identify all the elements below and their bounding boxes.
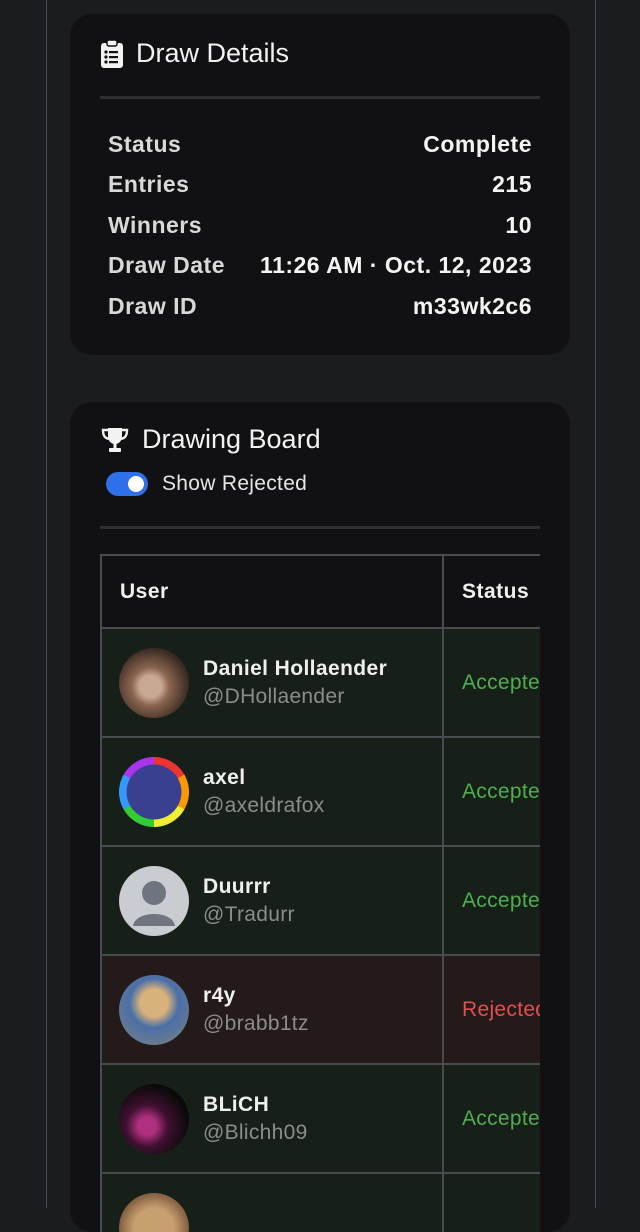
- avatar[interactable]: [119, 975, 189, 1045]
- user-name: BLiCH: [203, 1093, 308, 1117]
- drawing-board-title: Drawing Board: [142, 424, 321, 455]
- drawing-board-table[interactable]: User Status Daniel Hollaender @DHollaende…: [100, 554, 540, 1232]
- table-row[interactable]: BLiCH @Blichh09 Accepted: [102, 1065, 540, 1174]
- trophy-icon: [100, 426, 130, 454]
- detail-value: 10: [505, 212, 532, 239]
- user-info: axel @axeldrafox: [203, 766, 325, 818]
- user-cell: r4y @brabb1tz: [102, 956, 444, 1065]
- draw-details-header: Draw Details: [100, 38, 289, 69]
- show-rejected-toggle[interactable]: [106, 472, 148, 496]
- user-handle[interactable]: @DHollaender: [203, 685, 387, 709]
- detail-row: Entries 215: [108, 165, 532, 205]
- status-text: Accepted: [444, 889, 540, 913]
- detail-label: Draw ID: [108, 293, 197, 320]
- detail-label: Entries: [108, 171, 189, 198]
- detail-row: Draw ID m33wk2c6: [108, 286, 532, 326]
- status-text: Accepted: [444, 1107, 540, 1131]
- divider: [100, 526, 540, 529]
- column-header-user[interactable]: User: [102, 556, 444, 629]
- avatar[interactable]: [119, 1084, 189, 1154]
- detail-label: Winners: [108, 212, 202, 239]
- detail-row: Winners 10: [108, 205, 532, 245]
- status-text: Rejected: [444, 998, 540, 1022]
- user-cell: axel @axeldrafox: [102, 738, 444, 847]
- detail-value: m33wk2c6: [413, 293, 532, 320]
- divider: [100, 96, 540, 99]
- clipboard-list-icon: [100, 39, 124, 69]
- detail-label: Draw Date: [108, 252, 225, 279]
- detail-value: 215: [492, 171, 532, 198]
- column-header-status[interactable]: Status: [444, 556, 540, 629]
- status-cell: Rejected: [444, 956, 540, 1065]
- user-info: Duurrr @Tradurr: [203, 875, 295, 927]
- status-cell: [444, 1174, 540, 1232]
- user-cell: BLiCH @Blichh09: [102, 1065, 444, 1174]
- default-avatar-icon: [119, 866, 189, 936]
- show-rejected-label: Show Rejected: [162, 472, 307, 496]
- detail-value: Complete: [423, 131, 532, 158]
- table-row[interactable]: [102, 1174, 540, 1232]
- drawing-board-card: Drawing Board Show Rejected User Status …: [70, 402, 570, 1232]
- user-cell: Daniel Hollaender @DHollaender: [102, 629, 444, 738]
- table-header-row: User Status: [102, 556, 540, 629]
- table-row[interactable]: axel @axeldrafox Accepted: [102, 738, 540, 847]
- detail-row: Draw Date 11:26 AM · Oct. 12, 2023: [108, 246, 532, 286]
- user-handle[interactable]: @brabb1tz: [203, 1012, 309, 1036]
- draw-details-card: Draw Details Status Complete Entries 215 Win…: [70, 14, 570, 355]
- user-info: BLiCH @Blichh09: [203, 1093, 308, 1145]
- detail-value: 11:26 AM · Oct. 12, 2023: [260, 252, 532, 279]
- user-name: axel: [203, 766, 325, 790]
- toggle-knob: [128, 476, 144, 492]
- status-cell: Accepted: [444, 847, 540, 956]
- user-info: r4y @brabb1tz: [203, 984, 309, 1036]
- status-cell: Accepted: [444, 629, 540, 738]
- status-cell: Accepted: [444, 738, 540, 847]
- user-handle[interactable]: @Blichh09: [203, 1121, 308, 1145]
- user-cell: Duurrr @Tradurr: [102, 847, 444, 956]
- detail-row: Status Complete: [108, 124, 532, 164]
- avatar[interactable]: [119, 757, 189, 827]
- user-name: r4y: [203, 984, 309, 1008]
- user-info: Daniel Hollaender @DHollaender: [203, 657, 387, 709]
- status-text: Accepted: [444, 671, 540, 695]
- user-name: Daniel Hollaender: [203, 657, 387, 681]
- user-handle[interactable]: @axeldrafox: [203, 794, 325, 818]
- table-row[interactable]: r4y @brabb1tz Rejected: [102, 956, 540, 1065]
- status-text: Accepted: [444, 780, 540, 804]
- avatar[interactable]: [119, 648, 189, 718]
- user-name: Duurrr: [203, 875, 295, 899]
- draw-details-title: Draw Details: [136, 38, 289, 69]
- detail-label: Status: [108, 131, 181, 158]
- table-row[interactable]: Daniel Hollaender @DHollaender Accepted: [102, 629, 540, 738]
- table-row[interactable]: Duurrr @Tradurr Accepted: [102, 847, 540, 956]
- drawing-board-header: Drawing Board: [100, 424, 321, 455]
- user-cell: [102, 1174, 444, 1232]
- avatar[interactable]: [119, 1193, 189, 1232]
- show-rejected-row: Show Rejected: [106, 472, 307, 496]
- avatar[interactable]: [119, 866, 189, 936]
- status-cell: Accepted: [444, 1065, 540, 1174]
- user-handle[interactable]: @Tradurr: [203, 903, 295, 927]
